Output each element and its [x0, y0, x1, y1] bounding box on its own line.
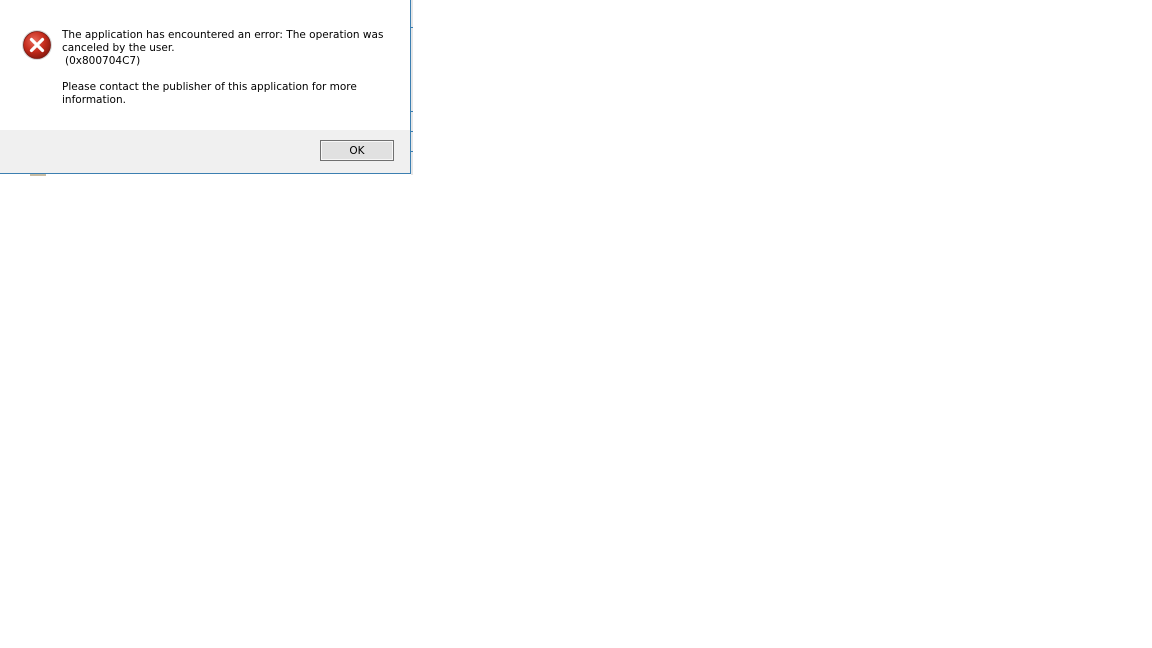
contact-publisher-text: Please contact the publisher of this app… — [62, 81, 357, 106]
error-x-icon — [21, 29, 53, 61]
error-message: The application has encountered an error… — [62, 29, 392, 107]
background-window-foot — [30, 174, 46, 176]
error-code: (0x800704C7) — [65, 55, 141, 67]
dialog-content: The application has encountered an error… — [0, 0, 410, 130]
ok-button[interactable]: OK — [320, 140, 394, 161]
dialog-footer: OK — [0, 130, 410, 173]
error-message-text: The application has encountered an error… — [62, 29, 384, 54]
error-dialog: The application has encountered an error… — [0, 0, 411, 174]
